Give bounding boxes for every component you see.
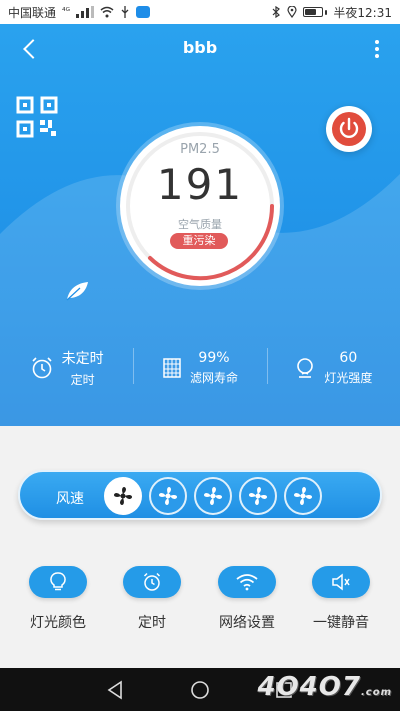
fan-speed-2-button[interactable]: [149, 477, 187, 515]
network-settings-label: 网络设置: [219, 615, 275, 631]
mute-icon: [332, 573, 350, 591]
light-intensity-label: 灯光强度: [324, 371, 373, 385]
more-options-button[interactable]: [372, 37, 382, 61]
leaf-icon[interactable]: [64, 280, 90, 302]
fan-icon: [248, 486, 268, 506]
wifi-icon: [236, 574, 258, 591]
mute-action[interactable]: 一键静音: [294, 566, 388, 632]
network-settings-action[interactable]: 网络设置: [200, 566, 294, 632]
pm25-value: 191: [156, 160, 244, 209]
lamp-icon: [297, 358, 314, 378]
watermark-suffix: .com: [360, 687, 392, 698]
filter-life-stat: 99% 滤网寿命: [133, 338, 266, 398]
alarm-clock-icon: [32, 357, 52, 379]
filter-life-label: 滤网寿命: [189, 371, 238, 385]
system-navigation-bar: 4O4O7.com: [0, 668, 400, 711]
power-icon: [332, 112, 366, 146]
carrier-label: 中国联通: [8, 5, 57, 20]
network-type: ⁴ᴳ: [62, 7, 71, 17]
fan-speed-3-button[interactable]: [194, 477, 232, 515]
timer-button[interactable]: [123, 566, 181, 598]
app-bar: bbb: [0, 24, 400, 74]
network-settings-button[interactable]: [218, 566, 276, 598]
timer-action-label: 定时: [138, 615, 166, 631]
timer-value: 未定时: [61, 351, 104, 367]
timer-label: 定时: [70, 373, 95, 387]
air-quality-gauge: PM2.5 191 空气质量 重污染: [120, 126, 280, 286]
battery-icon: [303, 7, 328, 17]
nav-back-icon[interactable]: [104, 678, 128, 702]
light-intensity-value: 60: [339, 350, 358, 366]
light-intensity-stat[interactable]: 60 灯光强度: [266, 338, 400, 398]
watermark-text: 4O4O7: [257, 672, 361, 702]
filter-life-value: 99%: [198, 350, 230, 366]
light-color-action[interactable]: 灯光颜色: [11, 566, 105, 632]
fan-speed-bar: 风速: [18, 470, 382, 520]
power-button[interactable]: [326, 106, 372, 152]
device-header: bbb PM2.5 191 空气质量 重污染 未定时 定时 99% 滤网寿命 6…: [0, 24, 400, 426]
wifi-status-icon: [100, 6, 114, 18]
bluetooth-icon: [272, 6, 281, 18]
timer-stat[interactable]: 未定时 定时: [0, 338, 133, 398]
fan-speed-5-button[interactable]: [284, 477, 322, 515]
fan-icon: [293, 486, 313, 506]
pm25-label: PM2.5: [180, 142, 220, 157]
filter-icon: [163, 358, 181, 378]
pollution-level-badge: 重污染: [170, 233, 228, 249]
signal-icon: [76, 6, 95, 18]
light-color-button[interactable]: [29, 566, 87, 598]
device-title: bbb: [182, 38, 218, 57]
quick-actions: 灯光颜色 定时 网络设置 一键静音: [0, 566, 400, 646]
watermark-logo: 4O4O7.com: [257, 672, 392, 702]
fan-icon: [113, 486, 133, 506]
clock-time: 半夜12:31: [333, 5, 392, 20]
mute-button[interactable]: [312, 566, 370, 598]
alarm-clock-icon: [143, 572, 161, 591]
air-quality-label: 空气质量: [178, 218, 222, 231]
qr-code-button[interactable]: [16, 96, 58, 138]
fan-icon: [203, 486, 223, 506]
fan-speed-4-button[interactable]: [239, 477, 277, 515]
location-icon: [287, 6, 298, 18]
controls-panel: 风速 灯光颜色 定时 网络设置 一键静音: [0, 426, 400, 668]
timer-action[interactable]: 定时: [105, 566, 199, 632]
usb-icon: [121, 6, 129, 18]
bulb-icon: [50, 572, 66, 591]
fan-icon: [158, 486, 178, 506]
nav-home-icon[interactable]: [188, 678, 212, 702]
app-notification-icon: [136, 6, 151, 18]
light-color-label: 灯光颜色: [30, 615, 86, 631]
mute-label: 一键静音: [313, 615, 369, 631]
device-stats: 未定时 定时 99% 滤网寿命 60 灯光强度: [0, 338, 400, 398]
fan-speed-label: 风速: [56, 491, 84, 507]
qr-code-icon: [16, 96, 58, 138]
fan-speed-1-button[interactable]: [104, 477, 142, 515]
status-bar: 中国联通 ⁴ᴳ 半夜12:31: [0, 0, 400, 24]
